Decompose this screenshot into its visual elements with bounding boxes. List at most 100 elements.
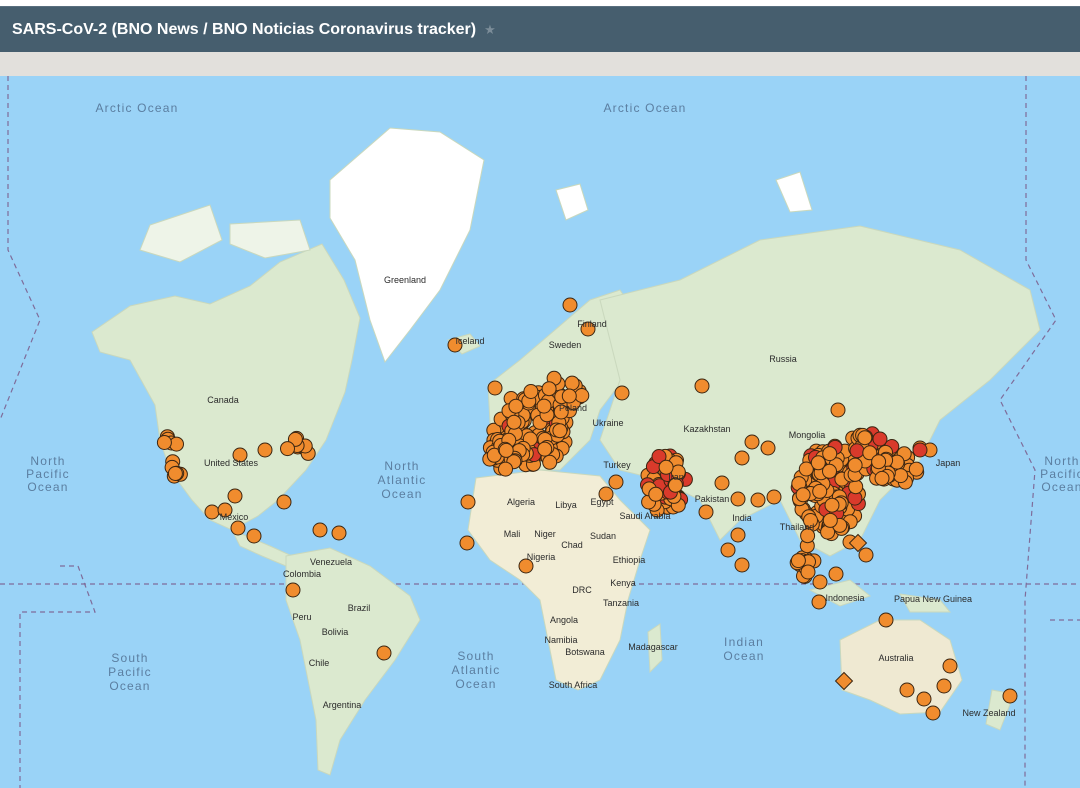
case-marker[interactable] [871, 454, 887, 470]
country-label-india: India [732, 513, 752, 523]
country-label-kenya: Kenya [610, 578, 636, 588]
case-marker[interactable] [766, 489, 782, 505]
case-marker[interactable] [156, 435, 172, 450]
case-marker[interactable] [498, 442, 514, 458]
case-marker[interactable] [257, 442, 273, 458]
case-marker[interactable] [878, 612, 894, 628]
world-map-svg[interactable]: Arctic Ocean Arctic Ocean North Pacific … [0, 76, 1080, 788]
case-marker[interactable] [720, 542, 736, 558]
case-marker[interactable] [246, 528, 262, 544]
case-marker[interactable] [830, 402, 846, 418]
country-label-australia: Australia [878, 653, 913, 663]
case-marker[interactable] [562, 297, 578, 313]
case-marker[interactable] [1002, 688, 1018, 704]
case-marker[interactable] [541, 381, 557, 397]
ocean-label-south-atlantic-line3: Ocean [455, 677, 496, 691]
case-marker[interactable] [790, 553, 806, 569]
case-marker[interactable] [899, 682, 915, 698]
case-marker[interactable] [227, 488, 243, 504]
case-marker[interactable] [498, 461, 513, 477]
case-marker[interactable] [734, 557, 750, 573]
case-marker[interactable] [698, 504, 714, 520]
case-marker[interactable] [536, 398, 552, 414]
case-marker[interactable] [285, 582, 301, 598]
case-marker[interactable] [714, 475, 730, 491]
star-icon[interactable]: ★ [484, 22, 496, 38]
ocean-label-south-atlantic-line2: Atlantic [452, 663, 501, 677]
case-marker[interactable] [936, 678, 952, 694]
country-label-united-states: United States [204, 458, 259, 468]
ocean-label-south-atlantic-line1: South [457, 649, 494, 663]
country-label-mali: Mali [504, 529, 521, 539]
case-marker[interactable] [811, 594, 827, 610]
case-marker[interactable] [795, 487, 811, 503]
case-marker[interactable] [460, 494, 476, 510]
case-marker[interactable] [561, 388, 577, 404]
case-marker[interactable] [542, 454, 558, 470]
case-marker[interactable] [730, 527, 746, 543]
case-marker[interactable] [167, 466, 183, 481]
case-marker[interactable] [916, 691, 932, 707]
case-marker[interactable] [608, 474, 624, 490]
case-marker[interactable] [872, 431, 888, 447]
case-marker[interactable] [812, 574, 828, 590]
map-canvas[interactable]: Arctic Ocean Arctic Ocean North Pacific … [0, 76, 1080, 788]
case-marker[interactable] [276, 494, 292, 510]
case-marker[interactable] [230, 520, 246, 536]
case-marker[interactable] [874, 470, 890, 486]
country-label-angola: Angola [550, 615, 578, 625]
case-marker[interactable] [552, 423, 568, 439]
case-marker[interactable] [760, 440, 776, 456]
case-marker[interactable] [614, 385, 630, 401]
country-label-nigeria: Nigeria [527, 552, 556, 562]
country-label-pakistan: Pakistan [695, 494, 730, 504]
case-marker[interactable] [750, 492, 766, 508]
case-marker[interactable] [849, 443, 865, 459]
ocean-label-south-pacific-line2: Pacific [108, 665, 152, 679]
case-marker[interactable] [908, 461, 924, 477]
ocean-label-arctic-1: Arctic Ocean [95, 101, 178, 115]
country-label-botswana: Botswana [565, 647, 605, 657]
case-marker[interactable] [487, 380, 503, 396]
country-label-niger: Niger [534, 529, 556, 539]
ocean-label-north-pacific-left-line2: Pacific [26, 467, 70, 481]
case-marker[interactable] [912, 442, 928, 458]
case-marker[interactable] [822, 446, 838, 462]
case-marker[interactable] [312, 522, 328, 538]
case-marker[interactable] [204, 504, 220, 520]
case-marker[interactable] [893, 468, 909, 484]
ocean-label-south-pacific-line3: Ocean [109, 679, 150, 693]
case-marker[interactable] [523, 384, 539, 399]
case-marker[interactable] [800, 564, 816, 580]
case-marker[interactable] [331, 525, 347, 541]
case-marker[interactable] [280, 441, 295, 457]
case-marker[interactable] [822, 512, 838, 528]
case-marker[interactable] [694, 378, 710, 394]
country-label-saudi-arabia: Saudi Arabia [619, 511, 670, 521]
case-marker[interactable] [376, 645, 392, 661]
case-marker[interactable] [857, 430, 873, 446]
case-marker[interactable] [812, 483, 828, 499]
case-marker[interactable] [537, 441, 553, 457]
country-label-argentina: Argentina [323, 700, 362, 710]
case-marker[interactable] [574, 388, 590, 403]
case-marker[interactable] [508, 398, 524, 414]
country-label-greenland: Greenland [384, 275, 426, 285]
case-marker[interactable] [734, 450, 750, 466]
case-marker[interactable] [822, 463, 837, 479]
case-marker[interactable] [942, 658, 958, 674]
case-marker[interactable] [847, 457, 863, 473]
case-marker[interactable] [828, 566, 844, 582]
case-marker[interactable] [824, 497, 840, 513]
case-marker[interactable] [459, 535, 475, 551]
case-marker[interactable] [744, 434, 760, 450]
country-label-egypt: Egypt [590, 497, 614, 507]
case-marker[interactable] [858, 547, 874, 563]
case-marker[interactable] [648, 486, 664, 502]
case-marker[interactable] [730, 491, 746, 507]
case-marker[interactable] [925, 705, 941, 721]
ocean-label-arctic-2: Arctic Ocean [603, 101, 686, 115]
case-marker[interactable] [506, 414, 522, 430]
ocean-label-north-pacific-left-line3: Ocean [27, 480, 68, 494]
case-marker[interactable] [564, 375, 580, 391]
